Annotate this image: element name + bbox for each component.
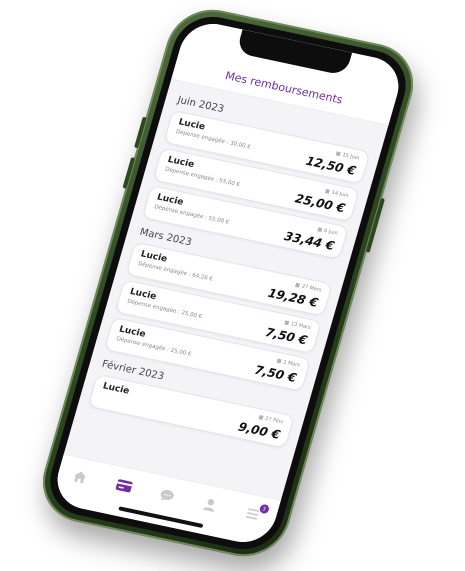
tab-messages[interactable] — [154, 484, 180, 506]
calendar-icon: ▦ — [275, 357, 283, 365]
profile-icon — [203, 498, 215, 512]
calendar-icon: ▦ — [316, 226, 323, 234]
card-icon — [115, 479, 133, 493]
tab-menu[interactable]: 3 — [241, 502, 270, 524]
calendar-icon: ▦ — [334, 150, 342, 158]
tab-profile[interactable] — [197, 493, 223, 515]
calendar-icon: ▦ — [257, 414, 265, 422]
reimbursement-list[interactable]: Juin 2023 Lucie Dépense engagée : 30,00 … — [78, 80, 388, 451]
calendar-icon: ▦ — [294, 282, 301, 289]
calendar-icon: ▦ — [324, 188, 331, 196]
chat-icon — [160, 489, 174, 500]
tab-home[interactable] — [67, 466, 93, 488]
home-icon — [74, 471, 87, 483]
phone-mockup: Mes remboursements Juin 2023 Lucie Dépen… — [32, 1, 424, 565]
stage: Mes remboursements Juin 2023 Lucie Dépen… — [0, 0, 465, 571]
calendar-icon: ▦ — [283, 319, 290, 327]
tab-reimbursements[interactable] — [111, 475, 137, 497]
